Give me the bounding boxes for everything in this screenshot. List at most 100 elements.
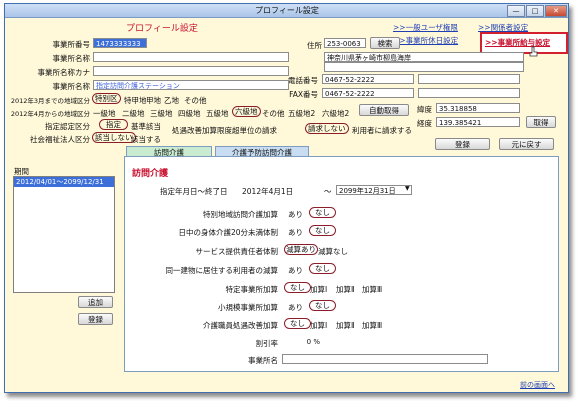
designation-option-kijun[interactable]: 基準該当 (131, 121, 161, 132)
row-label-same-building: 同一建物に居住する利用者の減算 (165, 266, 279, 275)
designation-option-shitei[interactable]: 指定 (99, 119, 128, 130)
list-item[interactable]: 2012/04/01～2099/12/31 (14, 177, 114, 187)
grade-2[interactable]: 二級地 (122, 108, 145, 119)
prev-screen-link[interactable]: 前の画面へ (520, 380, 555, 390)
window-title: プロフィール設定 (255, 6, 319, 15)
office-number-field[interactable]: 1473333333 (93, 38, 147, 48)
discount-field[interactable]: 0 % (282, 337, 322, 347)
daytime-care-yes[interactable]: あり (288, 227, 303, 238)
same-building-no[interactable]: なし (309, 263, 336, 274)
service-responsible-reduction[interactable]: 減算あり (284, 244, 318, 255)
chevron-down-icon[interactable]: ▼ (405, 185, 410, 192)
end-date-select[interactable]: 2099年12月31日 (336, 185, 412, 195)
row-label-care-improve: 介護職員処遇改善加算 (203, 321, 278, 330)
care-improve-2[interactable]: 加算Ⅱ (336, 320, 355, 331)
care-improve-3[interactable]: 加算Ⅲ (362, 320, 382, 331)
fax-label: FAX番号 (289, 90, 318, 99)
special-area-yes[interactable]: あり (288, 209, 303, 220)
phone-field[interactable]: 0467-52-2222 (322, 74, 414, 84)
office-fees-link[interactable]: >>事業所給与設定 (485, 37, 550, 48)
improve-label: 処遇改善加算限度超単位の請求 (172, 126, 277, 135)
region-2012b-label: 2012年4月からの地域区分 (10, 110, 90, 118)
longitude-field[interactable]: 139.385421 (436, 117, 520, 127)
social-welfare-label: 社会福祉法人区分 (30, 135, 90, 144)
region-2012-label: 2012年3月までの地域区分 (10, 97, 90, 105)
special-area-no[interactable]: なし (309, 207, 336, 218)
address-search-button[interactable]: 検索 (370, 37, 400, 49)
fax-field[interactable]: 0467-52-2222 (322, 88, 414, 98)
office-name-field[interactable] (93, 52, 289, 62)
designation-label: 指定認定区分 (45, 122, 90, 131)
grade-5[interactable]: 五級地 (206, 108, 229, 119)
grade-6[interactable]: 六級地 (232, 106, 261, 117)
period-list[interactable]: 2012/04/01～2099/12/31 (13, 176, 115, 293)
phone-label: 電話番号 (288, 76, 318, 85)
region-option-ko[interactable]: 甲地 (146, 95, 161, 106)
social-welfare-option-no[interactable]: 該当しない (92, 132, 136, 143)
small-office-yes[interactable]: あり (288, 302, 303, 313)
service-responsible-none[interactable]: 減算なし (318, 246, 348, 257)
title-bar: プロフィール設定 — □ ✕ (5, 4, 568, 18)
specific-office-1[interactable]: 加算Ⅰ (310, 284, 327, 295)
address-line2-field[interactable] (324, 62, 524, 72)
longitude-label: 経度 (417, 119, 432, 128)
hand-cursor-icon (529, 46, 538, 57)
specific-office-3[interactable]: 加算Ⅲ (362, 284, 382, 295)
care-improve-1[interactable]: 加算Ⅰ (310, 320, 327, 331)
register-top-button[interactable]: 登録 (435, 138, 490, 150)
region-option-tokubetsu[interactable]: 特別区 (92, 93, 121, 104)
office-fees-highlight: >>事業所給与設定 (480, 32, 568, 54)
fax-extra-field[interactable] (418, 88, 520, 98)
office-name-panel-label: 事業所名 (248, 356, 278, 365)
grade-6-2[interactable]: 六級地2 (322, 108, 349, 119)
auto-fetch-button[interactable]: 自動取得 (359, 104, 409, 116)
discount-label: 割引率 (255, 339, 279, 348)
add-period-button[interactable]: 追加 (78, 296, 113, 308)
region-option-otsu[interactable]: 乙地 (164, 95, 179, 106)
grade-5-2[interactable]: 五級地2 (288, 108, 315, 119)
start-date: 2012年4月1日 (242, 187, 294, 196)
office-kana-field[interactable] (93, 66, 289, 76)
small-office-no[interactable]: なし (309, 300, 336, 311)
specific-office-2[interactable]: 加算Ⅱ (336, 284, 355, 295)
office-name-panel-field[interactable] (282, 354, 488, 364)
improve-option-no[interactable]: 請求しない (305, 123, 349, 134)
date-label: 指定年月日～終了日 (160, 187, 228, 196)
daytime-care-no[interactable]: なし (309, 225, 336, 236)
postal-code-field[interactable]: 253-0063 (324, 38, 366, 48)
latitude-field[interactable]: 35.318858 (436, 103, 520, 113)
close-button[interactable]: ✕ (545, 5, 567, 17)
row-label-specific-office: 特定事業所加算 (225, 285, 279, 294)
office-kana-label: 事業所名称カナ (37, 68, 91, 77)
row-label-small-office: 小規模事業所加算 (218, 303, 278, 312)
social-welfare-option-yes[interactable]: 該当する (131, 134, 161, 145)
care-improve-none[interactable]: なし (284, 318, 311, 329)
office-abbr-label: 事業所名称 (52, 82, 91, 91)
register-period-button[interactable]: 登録 (78, 313, 113, 325)
row-label-service-responsible: サービス提供責任者体制 (195, 247, 279, 256)
grade-3[interactable]: 三級地 (150, 108, 173, 119)
region-option-tokko[interactable]: 特甲地 (124, 95, 147, 106)
minimize-button[interactable]: — (507, 5, 525, 17)
maximize-button[interactable]: □ (526, 5, 544, 17)
grade-4[interactable]: 四級地 (178, 108, 201, 119)
grade-other[interactable]: その他 (262, 108, 285, 119)
end-date-value: 2099年12月31日 (339, 187, 396, 195)
same-building-yes[interactable]: あり (288, 265, 303, 276)
specific-office-none[interactable]: なし (284, 282, 311, 293)
page-heading: プロフィール設定 (126, 24, 198, 34)
row-label-special-area: 特別地域訪問介護加算 (203, 210, 278, 219)
panel-title: 訪問介護 (132, 169, 169, 179)
address-line1-field[interactable]: 神奈川県茅ヶ崎市柳島海岸 (324, 52, 524, 62)
grade-1[interactable]: 一級地 (93, 108, 116, 119)
improve-option-yes[interactable]: 利用者に請求する (352, 125, 412, 136)
region-option-other[interactable]: その他 (184, 95, 207, 106)
office-abbr-field[interactable]: 指定訪問介護ステーション (93, 80, 289, 90)
revert-button[interactable]: 元に戻す (499, 138, 554, 150)
office-number-label: 事業所番号 (52, 40, 91, 49)
office-holidays-link[interactable]: >>事業所休日設定 (393, 35, 458, 46)
phone-extra-field[interactable] (418, 74, 520, 84)
get-coordinates-button[interactable]: 取得 (526, 116, 556, 128)
general-user-link[interactable]: >>一般ユーザ権限 (393, 22, 458, 33)
latitude-label: 緯度 (417, 105, 432, 114)
